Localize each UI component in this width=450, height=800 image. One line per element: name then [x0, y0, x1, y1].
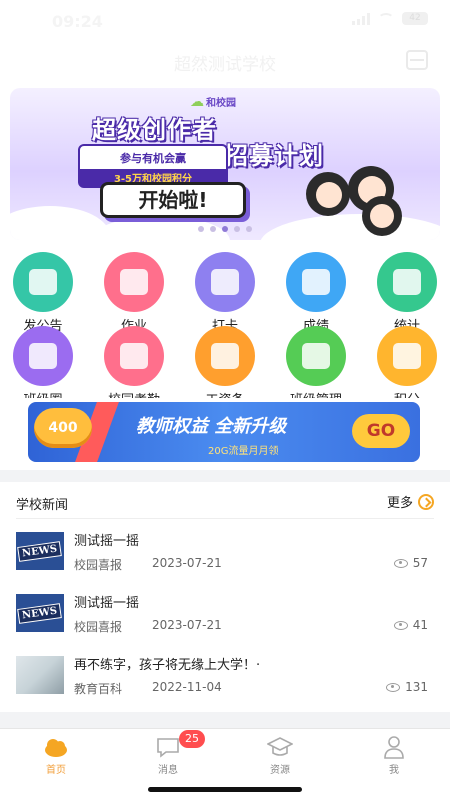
- tab-me[interactable]: 我: [364, 735, 424, 776]
- banner-logo: 和校园: [190, 94, 236, 110]
- tab-home[interactable]: 首页: [26, 735, 86, 776]
- teacher-benefits-banner[interactable]: 400 教师权益 全新升级 20G流量月月领 GO: [28, 402, 420, 462]
- page-title: 超然测试学校: [174, 55, 276, 75]
- battery-icon: 42: [402, 12, 428, 25]
- news-item[interactable]: NEWS 测试摇一摇 校园喜报 2023-07-21 41: [16, 592, 434, 642]
- grid-item-announcement[interactable]: 发公告: [6, 252, 80, 334]
- news-item-title: 测试摇一摇: [74, 596, 140, 611]
- news-item-date: 2023-07-21: [152, 556, 222, 570]
- megaphone-icon: [13, 252, 73, 312]
- status-bar: 09:24 42: [0, 0, 450, 40]
- more-button[interactable]: 更多: [387, 492, 434, 511]
- tab-label: 消息: [158, 765, 178, 776]
- promo-subtitle: 20G流量月月领: [208, 446, 279, 457]
- status-time: 09:24: [52, 12, 103, 31]
- person-icon: [381, 735, 407, 759]
- wifi-icon: [378, 12, 394, 25]
- carousel-indicator: [10, 226, 440, 232]
- grid-item-homework[interactable]: 作业: [97, 252, 171, 334]
- news-item-title: 再不练字，孩子将无缘上大学！·: [74, 658, 261, 673]
- promo-title: 教师权益 全新升级: [136, 416, 287, 437]
- tab-messages[interactable]: 25 消息: [138, 730, 205, 776]
- grid-item-checkin[interactable]: 打卡: [188, 252, 262, 334]
- signal-icon: [352, 12, 370, 25]
- news-item-views: 41: [393, 618, 428, 632]
- eye-icon: [386, 682, 401, 692]
- school-news-section: 学校新闻 更多 NEWS 测试摇一摇 校园喜报 2023-07-21 57 NE…: [0, 482, 450, 712]
- news-item-source: 校园喜报: [74, 620, 123, 634]
- news-item-title: 测试摇一摇: [74, 534, 140, 549]
- homework-icon: [104, 252, 164, 312]
- status-icons: 42: [352, 12, 428, 25]
- grid-item-payslip[interactable]: 工资条: [188, 326, 262, 408]
- view-count: 41: [412, 618, 428, 632]
- eye-icon: [393, 558, 408, 568]
- message-icon: 25: [155, 730, 205, 759]
- trophy-icon: [377, 252, 437, 312]
- tab-label: 资源: [270, 765, 290, 776]
- news-item-date: 2023-07-21: [152, 618, 222, 632]
- news-item-views: 57: [393, 556, 428, 570]
- unread-badge: 25: [179, 730, 205, 748]
- grid-item-class-management[interactable]: 班级管理: [279, 326, 353, 408]
- banner-start-button[interactable]: 开始啦!: [100, 182, 246, 218]
- calendar-icon: [195, 252, 255, 312]
- tab-label: 首页: [46, 765, 66, 776]
- grid-item-statistics[interactable]: 统计: [370, 252, 444, 334]
- feature-grid: 发公告 作业 打卡 成绩 统计 班级圈 校园考勤 工资条 班级管理 积分: [0, 248, 450, 408]
- pinwheel-icon: [13, 326, 73, 386]
- banner-pill-line1: 参与有机会赢: [120, 152, 186, 165]
- news-item-views: 131: [386, 680, 428, 694]
- news-item[interactable]: NEWS 测试摇一摇 校园喜报 2023-07-21 57: [16, 530, 434, 580]
- home-indicator[interactable]: [148, 787, 302, 792]
- eye-icon: [393, 620, 408, 630]
- tab-resources[interactable]: 资源: [250, 735, 310, 776]
- news-item-date: 2022-11-04: [152, 680, 222, 694]
- news-thumbnail: NEWS: [16, 594, 64, 632]
- location-clock-icon: [104, 326, 164, 386]
- heart-plus-icon: [286, 326, 346, 386]
- scan-icon[interactable]: [406, 50, 428, 70]
- news-section-title: 学校新闻: [16, 498, 69, 513]
- home-cloud-icon: [43, 735, 69, 759]
- bottom-tab-bar: 首页 25 消息 资源 我: [0, 728, 450, 800]
- view-count: 131: [405, 680, 428, 694]
- check-badge-icon: [286, 252, 346, 312]
- news-item-source: 教育百科: [74, 682, 123, 696]
- promo-coin: 400: [34, 408, 92, 448]
- grid-item-scores[interactable]: 成绩: [279, 252, 353, 334]
- payslip-icon: [195, 326, 255, 386]
- promo-go-button[interactable]: GO: [352, 414, 410, 448]
- grid-item-class-circle[interactable]: 班级圈: [6, 326, 80, 408]
- divider: [16, 518, 434, 519]
- more-label: 更多: [386, 496, 413, 511]
- carousel-banner[interactable]: 和校园 超级创作者 招募计划 参与有机会赢 3-5万和校园积分 开始啦!: [10, 88, 440, 240]
- tab-label: 我: [389, 765, 399, 776]
- chevron-right-icon: [418, 493, 434, 510]
- promo-section: 400 教师权益 全新升级 20G流量月月领 GO: [0, 398, 450, 470]
- banner-title-a: 超级创作者: [92, 116, 217, 144]
- news-thumbnail: NEWS: [16, 532, 64, 570]
- graduation-cap-icon: [266, 735, 294, 759]
- news-thumbnail: [16, 656, 64, 694]
- news-item[interactable]: 再不练字，孩子将无缘上大学！· 教育百科 2022-11-04 131: [16, 654, 434, 704]
- news-header: 学校新闻 更多: [16, 492, 434, 514]
- news-item-source: 校园喜报: [74, 558, 123, 572]
- grid-item-points[interactable]: 积分: [370, 326, 444, 408]
- gift-icon: [377, 326, 437, 386]
- grid-item-attendance[interactable]: 校园考勤: [97, 326, 171, 408]
- view-count: 57: [412, 556, 428, 570]
